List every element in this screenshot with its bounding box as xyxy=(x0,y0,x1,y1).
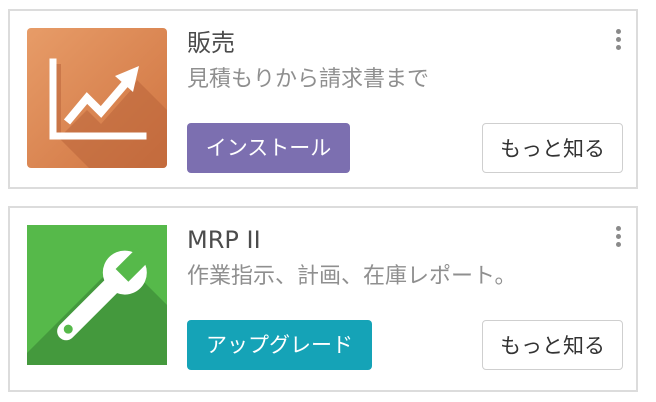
kebab-dot xyxy=(615,45,621,50)
wrench-icon xyxy=(27,225,167,365)
more-options-icon[interactable] xyxy=(614,226,622,248)
upgrade-button[interactable]: アップグレード xyxy=(187,320,372,370)
sales-chart-icon xyxy=(27,28,167,168)
app-summary: 見積もりから請求書まで xyxy=(187,67,430,92)
kebab-dot xyxy=(615,29,621,34)
mrp-app-tile xyxy=(27,225,167,365)
kebab-dot xyxy=(615,242,621,247)
kebab-dot xyxy=(615,226,621,231)
app-card-mrp: MRP II 作業指示、計画、在庫レポート。 アップグレード もっと知る xyxy=(8,206,638,392)
app-card-sales: 販売 見積もりから請求書まで インストール もっと知る xyxy=(8,9,638,189)
app-title: MRP II xyxy=(187,226,261,254)
learn-more-button[interactable]: もっと知る xyxy=(482,320,623,370)
learn-more-button[interactable]: もっと知る xyxy=(482,123,623,173)
install-button[interactable]: インストール xyxy=(187,123,350,173)
kebab-dot xyxy=(615,234,621,239)
app-summary: 作業指示、計画、在庫レポート。 xyxy=(187,264,517,289)
sales-app-tile xyxy=(27,28,167,168)
more-options-icon[interactable] xyxy=(614,29,622,51)
app-title: 販売 xyxy=(187,29,235,57)
kebab-dot xyxy=(615,37,621,42)
